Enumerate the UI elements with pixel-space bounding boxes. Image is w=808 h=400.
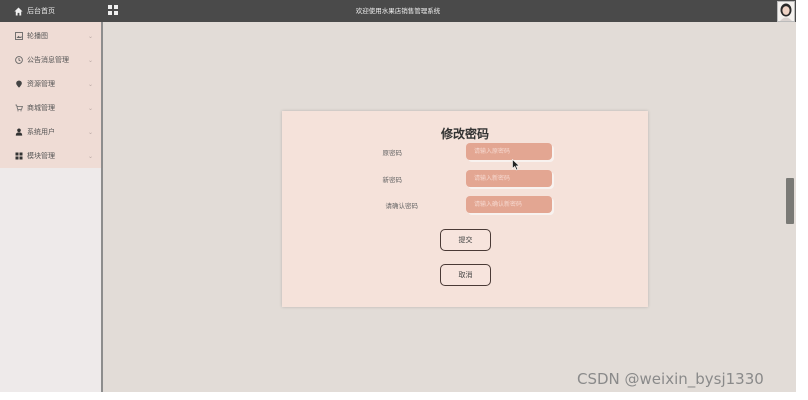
sidebar-empty-area	[0, 168, 102, 392]
chevron-down-icon: ⌄	[88, 128, 94, 136]
cart-icon	[15, 104, 23, 112]
new-password-label: 新密码	[382, 176, 403, 184]
chevron-down-icon: ⌄	[88, 152, 94, 160]
sidebar-item-label: 轮播图	[27, 32, 48, 40]
sidebar-item-label: 系统用户	[27, 128, 55, 136]
avatar[interactable]	[777, 1, 795, 22]
old-password-label: 原密码	[382, 149, 403, 157]
location-icon	[16, 80, 22, 88]
user-icon	[15, 128, 23, 136]
scrollbar-thumb[interactable]	[786, 178, 794, 224]
sidebar-item-resources[interactable]: 资源管理 ⌄	[0, 72, 101, 96]
chevron-down-icon: ⌄	[88, 80, 94, 88]
sidebar-item-system-users[interactable]: 系统用户 ⌄	[0, 120, 101, 144]
chevron-down-icon: ⌄	[88, 56, 94, 64]
sidebar-item-modules[interactable]: 模块管理 ⌄	[0, 144, 101, 168]
chevron-down-icon: ⌄	[88, 104, 94, 112]
chevron-down-icon: ⌄	[88, 32, 94, 40]
sidebar-item-label: 公告消息管理	[27, 56, 69, 64]
page-title: 欢迎使用水果店销售管理系统	[355, 7, 441, 15]
sidebar-item-announcements[interactable]: 公告消息管理 ⌄	[0, 48, 101, 72]
watermark: CSDN @weixin_bysj1330	[577, 370, 764, 388]
grid-icon	[15, 152, 23, 160]
sidebar-item-label: 商城管理	[27, 104, 55, 112]
clock-icon	[15, 56, 23, 64]
form-title: 修改密码	[440, 127, 489, 141]
mouse-cursor-icon	[512, 159, 520, 171]
sidebar-item-shop[interactable]: 商城管理 ⌄	[0, 96, 101, 120]
cancel-button[interactable]: 取消	[440, 264, 491, 286]
sidebar-item-label: 资源管理	[27, 80, 55, 88]
submit-button[interactable]: 提交	[440, 229, 491, 251]
new-password-input[interactable]	[466, 170, 552, 187]
old-password-input[interactable]	[466, 143, 552, 160]
top-bar: 后台首页 欢迎使用水果店销售管理系统	[0, 0, 796, 22]
image-icon	[15, 32, 23, 40]
confirm-password-label: 请确认密码	[385, 202, 419, 210]
change-password-form: 修改密码 原密码 新密码 请确认密码 提交 取消	[282, 111, 648, 307]
sidebar-item-carousel[interactable]: 轮播图 ⌄	[0, 24, 101, 48]
confirm-password-input[interactable]	[466, 196, 552, 213]
sidebar-item-label: 模块管理	[27, 152, 55, 160]
